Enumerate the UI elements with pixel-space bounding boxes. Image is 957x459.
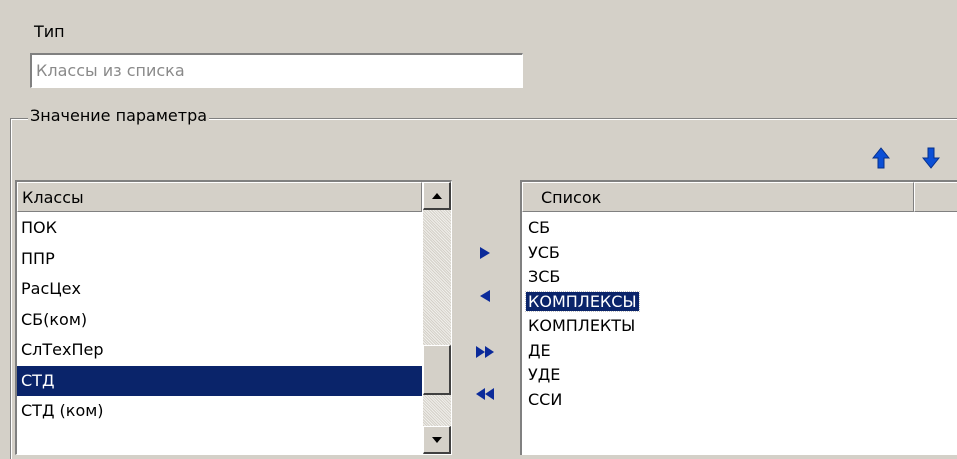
list-item-label: ЗСБ bbox=[528, 267, 561, 286]
arrow-right-icon bbox=[480, 247, 490, 259]
double-arrow-right-icon bbox=[476, 346, 494, 358]
list-item-label: ССИ bbox=[528, 389, 563, 409]
classes-scrollbar[interactable] bbox=[423, 182, 451, 454]
add-selected-button[interactable] bbox=[472, 240, 498, 266]
list-item-label: КОМПЛЕКСЫ bbox=[525, 290, 640, 312]
classes-column-header[interactable]: Классы bbox=[17, 182, 422, 212]
parameter-panel: Тип Классы из списка Значение параметра … bbox=[0, 0, 957, 459]
list-item-label: СБ bbox=[528, 218, 551, 237]
list-item[interactable]: РасЦех bbox=[17, 274, 422, 305]
move-down-button[interactable] bbox=[918, 145, 944, 171]
list-column-header[interactable]: Список bbox=[522, 182, 914, 212]
list-item-label: КОМПЛЕКТЫ bbox=[528, 316, 636, 335]
list-item[interactable]: СБ(ком) bbox=[17, 305, 422, 336]
scroll-up-button[interactable] bbox=[423, 182, 451, 210]
list-item-label: УСБ bbox=[528, 242, 560, 262]
classes-rows: ПОК ППР РасЦех СБ(ком) СлТехПер СТД СТД (ком) bbox=[17, 213, 422, 427]
list-item[interactable]: СлТехПер bbox=[17, 335, 422, 366]
list-item-label: ДЕ bbox=[528, 340, 551, 360]
list-item[interactable]: КОМПЛЕКСЫ bbox=[522, 290, 957, 315]
double-arrow-left-icon bbox=[476, 388, 494, 400]
selected-listview[interactable]: Список СБ УСБ ЗСБ КОМПЛЕКСЫ КОМПЛЕКТЫ ДЕ УДЕ СС… bbox=[520, 180, 957, 455]
scroll-down-button[interactable] bbox=[423, 426, 451, 454]
classes-listbox[interactable]: Классы ПОК ППР РасЦех СБ(ком) СлТехПер СТД СТД… bbox=[15, 180, 452, 455]
list-item[interactable]: ЗСБ bbox=[522, 265, 957, 290]
type-field[interactable]: Классы из списка bbox=[30, 53, 523, 88]
move-up-button[interactable] bbox=[868, 145, 894, 171]
add-all-button[interactable] bbox=[472, 339, 498, 365]
list-item[interactable]: УДЕ bbox=[522, 363, 957, 388]
list-item[interactable]: СТД bbox=[17, 365, 422, 396]
arrow-up-icon bbox=[872, 147, 890, 169]
remove-selected-button[interactable] bbox=[472, 283, 498, 309]
list-rows: СБ УСБ ЗСБ КОМПЛЕКСЫ КОМПЛЕКТЫ ДЕ УДЕ ССИ bbox=[522, 216, 957, 412]
list-item[interactable]: ССИ bbox=[522, 388, 957, 413]
list-column-header-empty[interactable] bbox=[914, 182, 957, 212]
arrow-left-icon bbox=[480, 290, 490, 302]
type-label: Тип bbox=[34, 22, 65, 41]
list-item[interactable]: СБ bbox=[522, 216, 957, 241]
list-item[interactable]: КОМПЛЕКТЫ bbox=[522, 314, 957, 339]
chevron-down-icon bbox=[431, 436, 442, 443]
remove-all-button[interactable] bbox=[472, 381, 498, 407]
arrow-down-icon bbox=[922, 147, 940, 169]
chevron-up-icon bbox=[431, 192, 442, 199]
list-item[interactable]: СТД (ком) bbox=[17, 396, 422, 427]
list-item[interactable]: УСБ bbox=[522, 241, 957, 266]
list-item[interactable]: ПОК bbox=[17, 213, 422, 244]
group-title: Значение параметра bbox=[28, 106, 210, 125]
list-item[interactable]: ППР bbox=[17, 244, 422, 275]
list-item[interactable]: ДЕ bbox=[522, 339, 957, 364]
scroll-thumb[interactable] bbox=[423, 345, 451, 395]
list-item-label: УДЕ bbox=[528, 365, 561, 384]
